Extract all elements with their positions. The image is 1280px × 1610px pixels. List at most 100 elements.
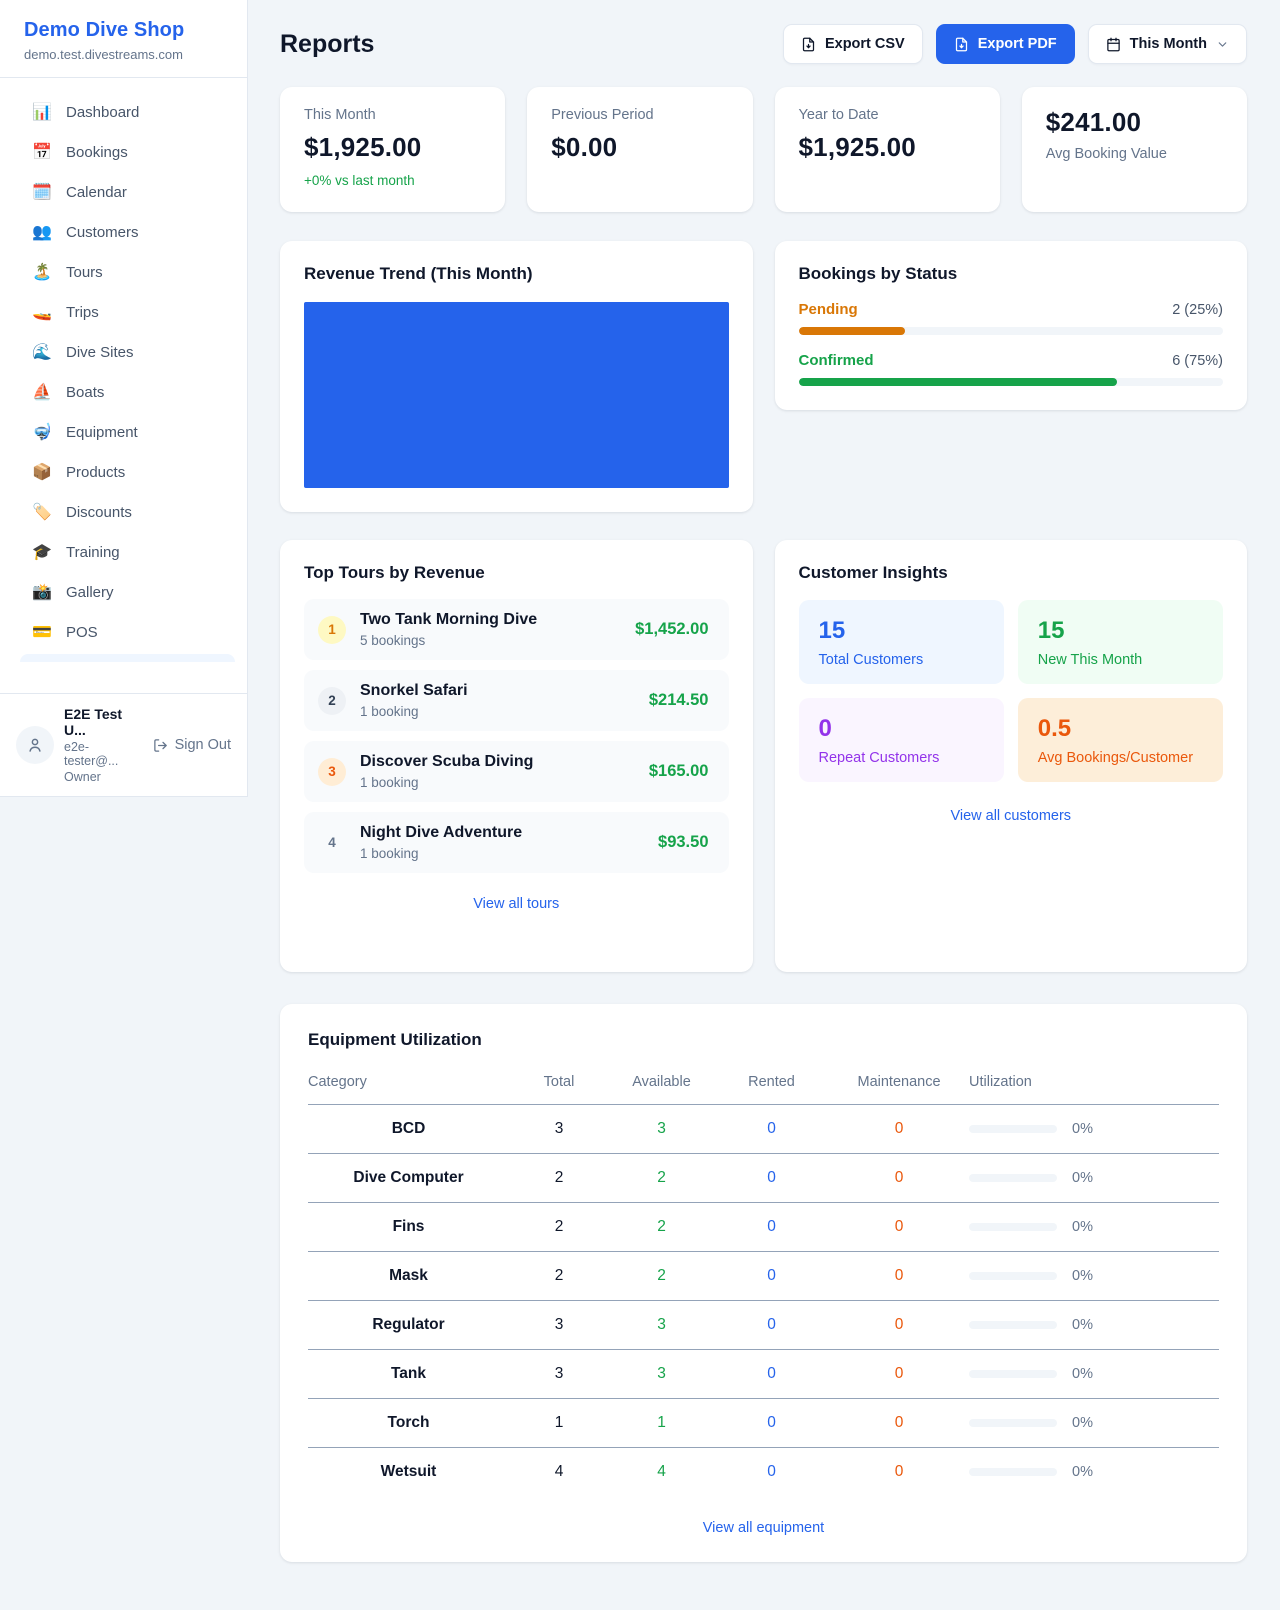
rank-badge: 1 bbox=[318, 616, 346, 644]
metric-repeat-customers: 0 Repeat Customers bbox=[799, 698, 1004, 782]
status-label-pending: Pending bbox=[799, 301, 858, 318]
export-pdf-button[interactable]: Export PDF bbox=[936, 24, 1075, 64]
cell-maintenance: 0 bbox=[829, 1203, 969, 1252]
view-all-tours-link[interactable]: View all tours bbox=[304, 896, 729, 912]
view-all-customers-link[interactable]: View all customers bbox=[799, 808, 1224, 824]
chevron-down-icon bbox=[1216, 38, 1229, 51]
cell-total: 3 bbox=[509, 1350, 609, 1399]
sidebar-item-gallery[interactable]: 📸 Gallery bbox=[20, 572, 235, 612]
mid-row: Top Tours by Revenue 1 Two Tank Morning … bbox=[280, 540, 1247, 972]
cell-available: 2 bbox=[609, 1203, 714, 1252]
status-bar-track bbox=[799, 378, 1224, 386]
sidebar-item-equipment[interactable]: 🤿 Equipment bbox=[20, 412, 235, 452]
cell-rented: 0 bbox=[714, 1203, 829, 1252]
status-bar-fill-confirmed bbox=[799, 378, 1117, 386]
cell-available: 3 bbox=[609, 1105, 714, 1154]
sidebar-item-dashboard[interactable]: 📊 Dashboard bbox=[20, 92, 235, 132]
sidebar-item-pos[interactable]: 💳 POS bbox=[20, 612, 235, 652]
stat-value: $241.00 bbox=[1046, 107, 1223, 138]
cell-category: Fins bbox=[308, 1203, 509, 1252]
tour-list-item[interactable]: 1 Two Tank Morning Dive 5 bookings $1,45… bbox=[304, 599, 729, 660]
status-bar-track bbox=[799, 327, 1224, 335]
sidebar-item-products[interactable]: 📦 Products bbox=[20, 452, 235, 492]
utilization-percent: 0% bbox=[1072, 1464, 1093, 1480]
cell-category: Wetsuit bbox=[308, 1448, 509, 1497]
page-header: Reports Export CSV Export PDF This Month bbox=[280, 24, 1247, 64]
tour-bookings: 1 booking bbox=[360, 775, 635, 790]
table-row: Torch 1 1 0 0 0% bbox=[308, 1399, 1219, 1448]
cell-utilization: 0% bbox=[969, 1252, 1219, 1301]
sidebar-item-trips[interactable]: 🚤 Trips bbox=[20, 292, 235, 332]
tour-list-item[interactable]: 4 Night Dive Adventure 1 booking $93.50 bbox=[304, 812, 729, 873]
stat-value: $1,925.00 bbox=[304, 132, 481, 163]
rank-badge: 2 bbox=[318, 687, 346, 715]
column-header-category: Category bbox=[308, 1066, 509, 1105]
utilization-bar-track bbox=[969, 1272, 1057, 1280]
sidebar-item-tours[interactable]: 🏝️ Tours bbox=[20, 252, 235, 292]
export-csv-button[interactable]: Export CSV bbox=[783, 24, 923, 64]
cell-available: 2 bbox=[609, 1154, 714, 1203]
cell-category: Torch bbox=[308, 1399, 509, 1448]
customer-insights-card: Customer Insights 15 Total Customers 15 … bbox=[775, 540, 1248, 972]
cell-total: 2 bbox=[509, 1252, 609, 1301]
table-row: Regulator 3 3 0 0 0% bbox=[308, 1301, 1219, 1350]
sidebar-item-boats[interactable]: ⛵ Boats bbox=[20, 372, 235, 412]
cell-total: 1 bbox=[509, 1399, 609, 1448]
revenue-trend-chart bbox=[304, 302, 729, 488]
view-all-equipment-link[interactable]: View all equipment bbox=[308, 1520, 1219, 1536]
utilization-bar-track bbox=[969, 1468, 1057, 1476]
cell-utilization: 0% bbox=[969, 1399, 1219, 1448]
tour-revenue: $1,452.00 bbox=[635, 620, 708, 639]
sidebar-header: Demo Dive Shop demo.test.divestreams.com bbox=[0, 0, 247, 78]
cell-utilization: 0% bbox=[969, 1105, 1219, 1154]
top-tours-card: Top Tours by Revenue 1 Two Tank Morning … bbox=[280, 540, 753, 972]
metric-value: 0 bbox=[819, 715, 984, 743]
sidebar-item-label: Calendar bbox=[66, 184, 127, 201]
cell-utilization: 0% bbox=[969, 1154, 1219, 1203]
user-role: Owner bbox=[64, 770, 143, 784]
sidebar-item-partial-active[interactable] bbox=[20, 654, 235, 662]
tour-list-item[interactable]: 3 Discover Scuba Diving 1 booking $165.0… bbox=[304, 741, 729, 802]
period-dropdown[interactable]: This Month bbox=[1088, 24, 1247, 64]
sidebar-item-label: Equipment bbox=[66, 424, 138, 441]
status-count-confirmed: 6 (75%) bbox=[1172, 353, 1223, 369]
sign-out-button[interactable]: Sign Out bbox=[153, 737, 231, 753]
stat-label: Avg Booking Value bbox=[1046, 146, 1223, 162]
tour-list-item[interactable]: 2 Snorkel Safari 1 booking $214.50 bbox=[304, 670, 729, 731]
file-export-icon bbox=[954, 37, 969, 52]
rank-badge: 3 bbox=[318, 758, 346, 786]
sidebar-item-label: POS bbox=[66, 624, 98, 641]
sidebar-item-label: Boats bbox=[66, 384, 104, 401]
sidebar-item-label: Trips bbox=[66, 304, 99, 321]
metric-value: 0.5 bbox=[1038, 715, 1203, 743]
dive-sites-wave-icon: 🌊 bbox=[32, 342, 52, 362]
app-root: Demo Dive Shop demo.test.divestreams.com… bbox=[0, 0, 1280, 1562]
sidebar-item-dive-sites[interactable]: 🌊 Dive Sites bbox=[20, 332, 235, 372]
stat-value: $1,925.00 bbox=[799, 132, 976, 163]
bookings-by-status-title: Bookings by Status bbox=[799, 264, 1224, 284]
gallery-camera-icon: 📸 bbox=[32, 582, 52, 602]
main-content: Reports Export CSV Export PDF This Month bbox=[248, 0, 1280, 1562]
logout-icon bbox=[153, 738, 168, 753]
shop-domain: demo.test.divestreams.com bbox=[24, 47, 223, 62]
sidebar-item-customers[interactable]: 👥 Customers bbox=[20, 212, 235, 252]
status-label-confirmed: Confirmed bbox=[799, 352, 874, 369]
cell-total: 3 bbox=[509, 1105, 609, 1154]
cell-category: BCD bbox=[308, 1105, 509, 1154]
cell-utilization: 0% bbox=[969, 1301, 1219, 1350]
stat-card-this-month: This Month $1,925.00 +0% vs last month bbox=[280, 87, 505, 212]
stat-value: $0.00 bbox=[551, 132, 728, 163]
metric-value: 15 bbox=[819, 617, 984, 645]
sidebar-item-discounts[interactable]: 🏷️ Discounts bbox=[20, 492, 235, 532]
sidebar-item-label: Dashboard bbox=[66, 104, 139, 121]
column-header-total: Total bbox=[509, 1066, 609, 1105]
sidebar-item-calendar[interactable]: 🗓️ Calendar bbox=[20, 172, 235, 212]
revenue-trend-card: Revenue Trend (This Month) bbox=[280, 241, 753, 512]
sidebar-item-bookings[interactable]: 📅 Bookings bbox=[20, 132, 235, 172]
sidebar-item-training[interactable]: 🎓 Training bbox=[20, 532, 235, 572]
user-info: E2E Test U... e2e-tester@... Owner bbox=[64, 706, 143, 784]
cell-rented: 0 bbox=[714, 1252, 829, 1301]
cell-maintenance: 0 bbox=[829, 1448, 969, 1497]
stat-label: This Month bbox=[304, 107, 481, 123]
column-header-rented: Rented bbox=[714, 1066, 829, 1105]
